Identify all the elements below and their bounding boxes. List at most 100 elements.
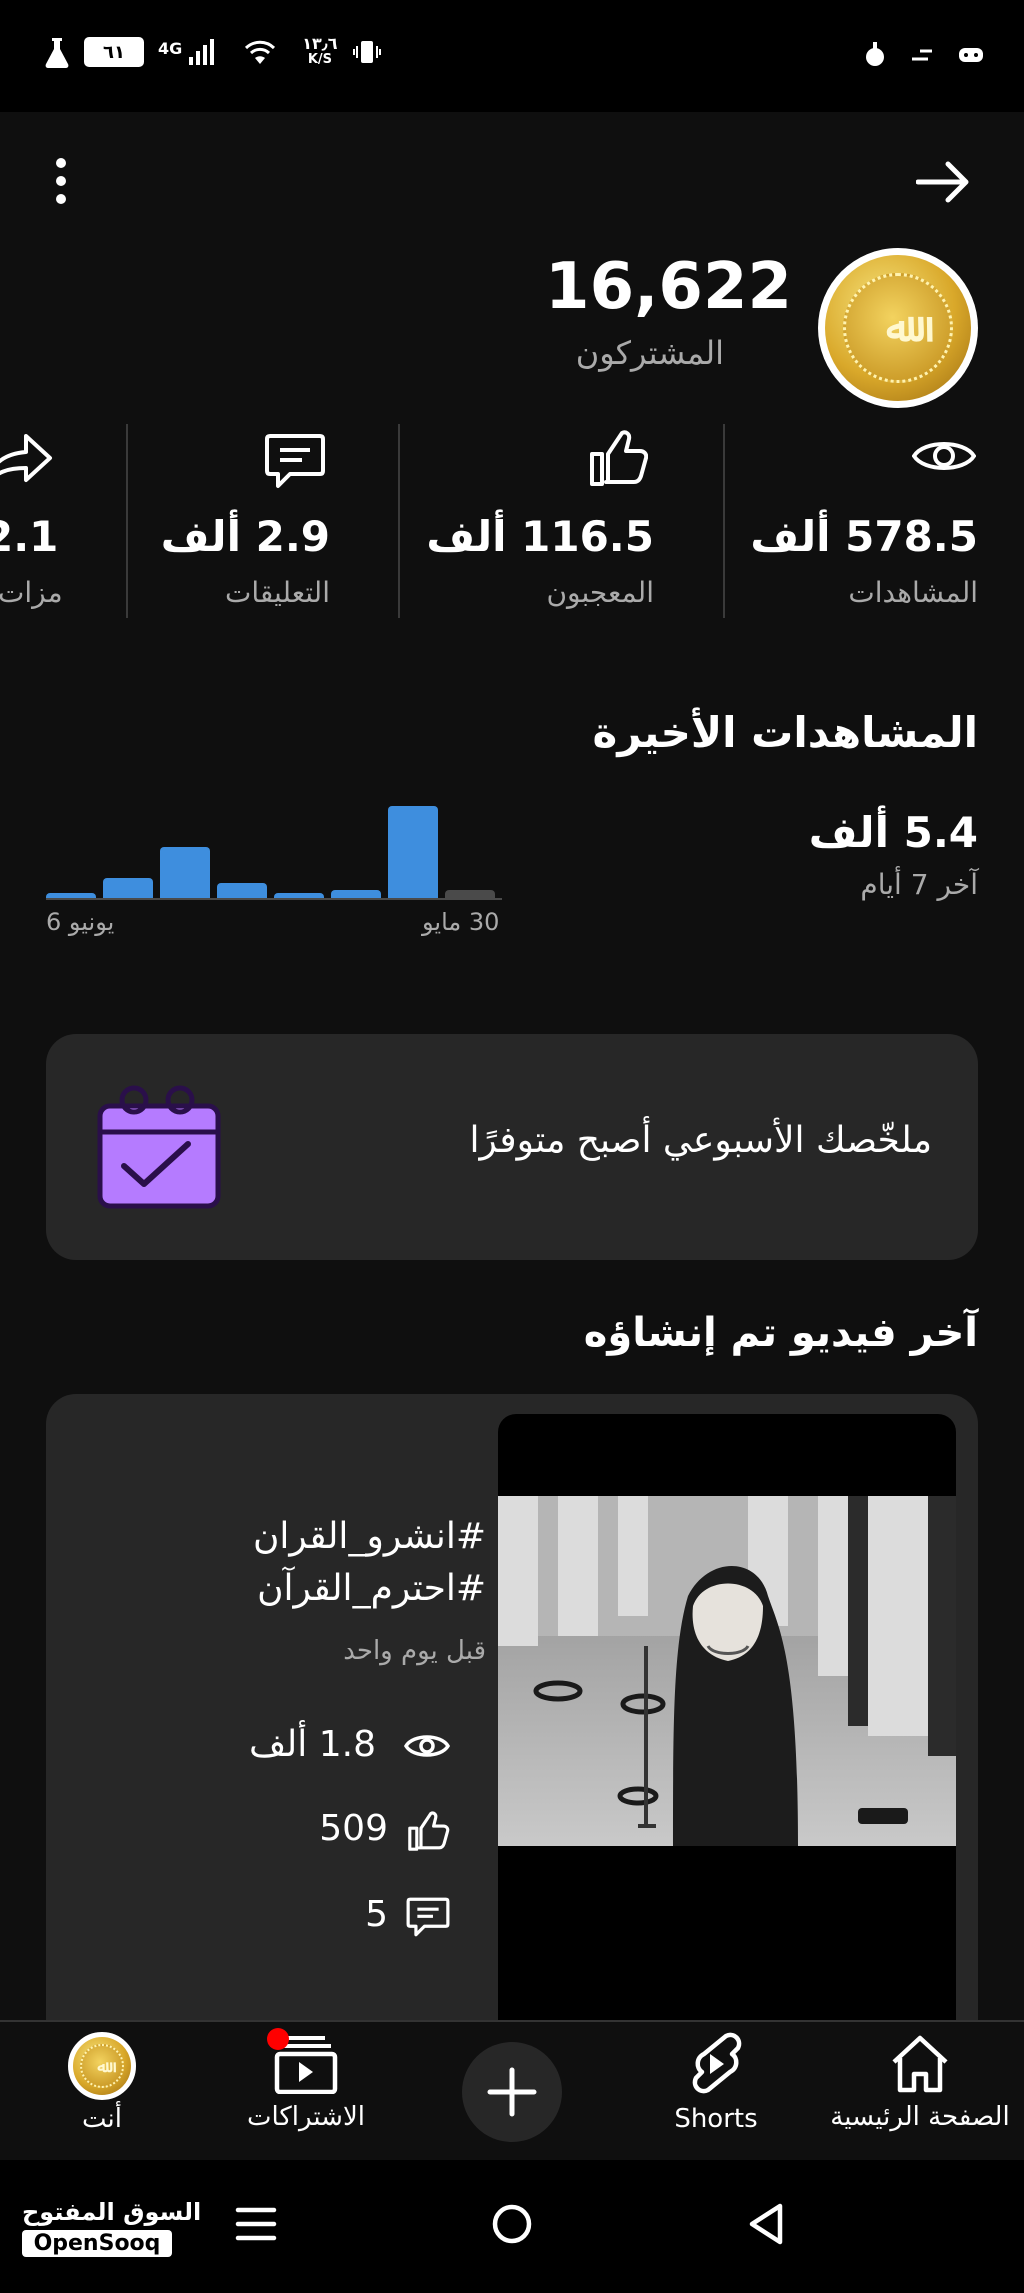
recent-views-number: 5.4 [903,808,978,857]
subscriber-label: المشتركون [575,334,724,372]
avatar-emblem: ﷲ [843,273,953,383]
opensooq-watermark: السوق المفتوح OpenSooq [22,2198,202,2257]
thumbs-up-icon [408,1811,450,1851]
eye-icon [912,442,976,470]
you-avatar-emblem: ﷲ [80,2044,124,2088]
latest-video-card[interactable]: #انشرو_القران #احترم_القرآن قبل يوم واحد… [46,1394,978,2034]
flask-icon [45,38,69,68]
stats-divider [723,424,725,618]
subscriptions-icon-wrap [267,2028,339,2095]
video-likes: 509 [319,1808,388,1849]
avatar-coin: ﷲ [825,255,971,401]
nav-home-label: الصفحة الرئيسية [830,2102,1010,2132]
chart-bar [46,892,96,898]
you-avatar: ﷲ [68,2032,136,2100]
you-avatar-coin: ﷲ [73,2037,131,2095]
video-title-line1: #انشرو_القران [252,1516,486,1557]
status-bar: ٦١ 4G ١٣٫٦ K/S [0,0,1024,112]
chart-bar [331,890,381,898]
share-icon [0,434,52,482]
network-speed: ١٣٫٦ K/S [302,36,337,68]
stat-comments-label: التعليقات [224,576,330,609]
arrow-notification-icon [912,49,932,61]
video-time-ago: قبل يوم واحد [343,1636,486,1666]
chart-bar [160,846,210,898]
thumbs-up-icon [590,430,648,486]
chart-x-start-label: 30 مايو [422,908,500,936]
status-left: ٦١ 4G ١٣٫٦ K/S [44,36,382,68]
nav-shorts[interactable]: Shorts [636,2022,796,2162]
comment-icon [406,1897,450,1937]
back-arrow-icon[interactable] [916,160,972,204]
speed-value: ١٣٫٦ [302,34,338,53]
eye-icon [404,1735,450,1757]
latest-video-title: آخر فيديو تم إنشاؤه [583,1310,978,1356]
more-options-icon[interactable] [54,156,68,206]
status-right [864,40,984,70]
stat-views-value: 578.5 ألف [750,512,978,561]
views-number: 578.5 [845,512,978,561]
recent-views-value: 5.4 ألف [809,808,978,857]
comments-number: 2.9 [255,512,330,561]
network-type: 4G [158,39,183,58]
video-views-unit: ألف [249,1724,308,1765]
chart-bar [445,890,495,898]
stat-views-label: المشاهدات [848,576,978,609]
chart-baseline [46,898,502,900]
views-unit: ألف [750,512,831,561]
stat-shares-label: مزات [0,576,63,609]
stat-comments-value: 2.9 ألف [161,512,330,561]
stat-shares-value: 2.1 [0,512,59,561]
watermark-latin: OpenSooq [22,2230,172,2257]
create-button[interactable] [462,2042,562,2142]
signal-icon: 4G [158,39,215,65]
back-triangle-icon[interactable] [746,2202,786,2246]
top-app-bar [0,112,1024,252]
watermark-arabic: السوق المفتوح [22,2198,202,2226]
weekly-summary-card[interactable]: ملخّصك الأسبوعي أصبح متوفرًا [46,1034,978,1260]
nav-you[interactable]: ﷲ أنت [22,2022,182,2162]
wifi-icon [245,40,276,64]
chart-bar [217,882,267,898]
recent-views-period: آخر 7 أيام [860,868,978,901]
video-title-line2: #احترم_القرآن [257,1568,486,1609]
shorts-icon [692,2032,742,2094]
video-views-number: 1.8 [318,1724,376,1765]
recent-apps-icon[interactable] [234,2204,278,2244]
stat-likes-value: 116.5 ألف [426,512,654,561]
battery-indicator: ٦١ [84,37,144,67]
speed-unit: K/S [307,52,332,67]
bottom-navigation: الصفحة الرئيسية Shorts الاشتراكات ﷲ أنت [0,2020,1024,2160]
nav-you-label: أنت [82,2104,122,2134]
recent-views-chart[interactable] [46,790,502,900]
weekly-summary-text: ملخّصك الأسبوعي أصبح متوفرًا [469,1120,932,1161]
comment-icon [265,434,325,488]
nav-home[interactable]: الصفحة الرئيسية [820,2022,1020,2162]
plus-icon [487,2067,537,2117]
chart-bar [103,877,153,898]
gamepad-icon [959,48,983,62]
stats-row: 578.5 ألف المشاهدات 116.5 ألف المعجبون 2… [0,424,1024,624]
comments-unit: ألف [160,512,241,561]
chart-bar [274,892,324,898]
thumbnail-image [498,1496,956,1846]
recent-views-title: المشاهدات الأخيرة [592,708,978,757]
nav-subscriptions[interactable]: الاشتراكات [226,2022,386,2162]
chart-x-end-label: 6 يونيو [46,908,115,936]
notification-dot [267,2028,289,2050]
home-icon [892,2035,948,2093]
stats-divider [398,424,400,618]
app-notification-icon [866,42,884,66]
calendar-check-icon [97,1085,221,1209]
likes-unit: ألف [426,512,507,561]
nav-shorts-label: Shorts [674,2104,758,2134]
recent-views-unit: ألف [808,808,889,857]
chart-bar [388,806,438,898]
nav-subscriptions-label: الاشتراكات [246,2102,366,2132]
vibrate-icon [352,41,381,63]
channel-avatar[interactable]: ﷲ [818,248,978,408]
home-circle-icon[interactable] [490,2202,534,2246]
stats-divider [126,424,128,618]
video-thumbnail[interactable] [498,1414,956,2034]
stat-likes-label: المعجبون [546,576,654,609]
